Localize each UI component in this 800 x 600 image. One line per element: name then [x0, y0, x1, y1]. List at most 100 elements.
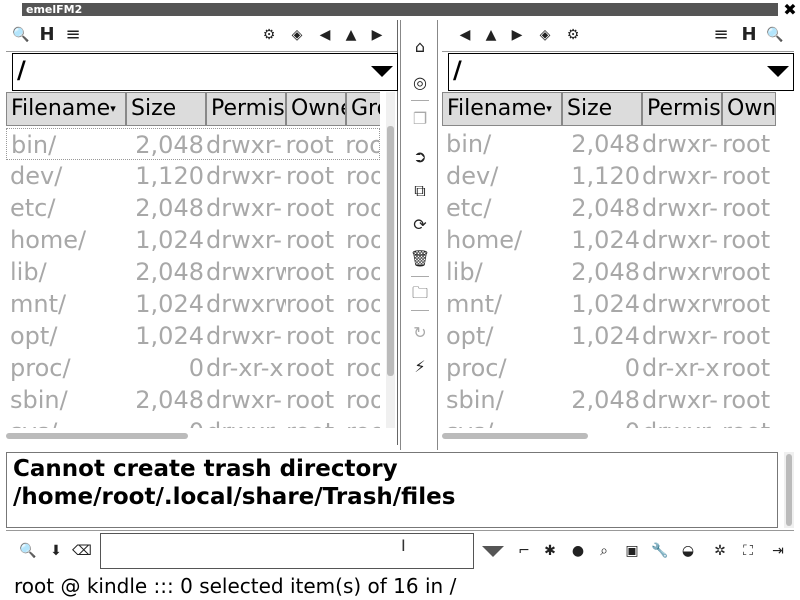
exit-icon[interactable]: ⇥	[768, 541, 788, 561]
scroll-thumb[interactable]	[442, 433, 588, 439]
forward-icon[interactable]: ▶	[368, 26, 386, 44]
menu-icon[interactable]: ≡	[64, 26, 82, 44]
table-row[interactable]: mnt/1,024 drwxrw root roo	[6, 288, 380, 320]
col-owner[interactable]: Owne	[286, 92, 346, 126]
command-history-dropdown[interactable]	[476, 533, 510, 569]
search-icon[interactable]: 🔍	[766, 26, 784, 44]
table-row[interactable]: dev/1,120 drwxr-root	[442, 160, 776, 192]
right-file-list[interactable]: Filename▾ Size Permiss Own bin/2,048drwx…	[442, 92, 776, 428]
right-path-text: /	[453, 56, 462, 84]
search-icon[interactable]: 🔍	[12, 26, 30, 44]
sort-arrow-icon: ▾	[546, 102, 552, 115]
move-icon[interactable]: ➲	[409, 146, 431, 168]
search-icon[interactable]: 🔍	[18, 541, 38, 561]
close-icon[interactable]: ✖	[780, 0, 800, 20]
bookmarks-icon[interactable]: H	[38, 26, 56, 44]
table-row[interactable]: sbin/2,048 drwxr-root	[442, 384, 776, 416]
command-input[interactable]: I	[100, 533, 474, 569]
toolbar-separator	[411, 276, 429, 277]
scroll-thumb[interactable]	[786, 454, 792, 526]
bookmarks-icon[interactable]: H	[740, 26, 758, 44]
table-row[interactable]: home/1,024 drwxr-root	[442, 224, 776, 256]
table-row[interactable]: bin/2,048 drwxr-root	[442, 128, 776, 160]
chevron-down-icon[interactable]	[482, 546, 504, 557]
fullscreen-icon[interactable]: ⛶	[738, 541, 758, 561]
scroll-thumb[interactable]	[6, 433, 188, 439]
command-bar: 🔍 ⬇ ⌫ I ⌐ ✱ ● ⌕ ▣ 🔧 ◒ ✲ ⛶ ⇥	[6, 530, 794, 570]
col-group[interactable]: Gro	[346, 92, 380, 126]
table-row[interactable]: mnt/1,024 drwxrw root	[442, 288, 776, 320]
toolbar-separator	[411, 100, 429, 101]
col-size[interactable]: Size	[562, 92, 642, 126]
table-row[interactable]: sys/0drwxr-root	[442, 416, 776, 428]
home-icon[interactable]: ⌂	[409, 36, 431, 58]
left-file-list[interactable]: Filename▾ Size Permiss Owne Gro bin/2,04…	[6, 92, 380, 428]
left-rows: bin/2,048 drwxr-root roo dev/1,120 drwxr-ro…	[6, 128, 380, 428]
up-icon[interactable]: ▲	[482, 26, 500, 44]
table-row[interactable]: proc/0 dr-xr-x root roo	[6, 352, 380, 384]
back-icon[interactable]: ◀	[456, 26, 474, 44]
title-bar-strip	[22, 3, 778, 16]
table-row[interactable]: home/1,024 drwxr-root roo	[6, 224, 380, 256]
download-icon[interactable]: ⬇	[46, 541, 66, 561]
gun-icon[interactable]: ⌐	[514, 541, 534, 561]
output-scrollbar[interactable]	[784, 452, 794, 528]
left-vertical-scrollbar[interactable]	[386, 92, 395, 428]
right-horizontal-scrollbar[interactable]	[442, 432, 776, 440]
wrench-icon[interactable]: 🔧	[650, 541, 670, 561]
tools-icon[interactable]: ⚙	[260, 26, 278, 44]
table-row[interactable]: lib/2,048 drwxrw root	[442, 256, 776, 288]
clear-icon[interactable]: ⌫	[72, 541, 92, 561]
refresh-icon[interactable]: ↻	[409, 322, 431, 344]
table-row[interactable]: opt/1,024 drwxr-root roo	[6, 320, 380, 352]
table-row[interactable]: lib/2,048 drwxrw root roo	[6, 256, 380, 288]
filter-icon[interactable]: ◈	[288, 26, 306, 44]
link-icon[interactable]: ⧉	[409, 180, 431, 202]
right-pane-toolbar: ◀ ▲ ▶ ◈ ⚙ ≡ H 🔍	[442, 20, 794, 52]
right-column-header: Filename▾ Size Permiss Own	[442, 92, 776, 126]
up-icon[interactable]: ▲	[342, 26, 360, 44]
left-pane: 🔍 H ≡ ⚙ ◈ ◀ ▲ ▶ / Filename▾ Size Permiss…	[6, 20, 398, 445]
bomb-icon[interactable]: ●	[568, 541, 588, 561]
new-folder-icon[interactable]: 🗀	[409, 282, 431, 304]
table-row[interactable]: proc/0 dr-xr-x root	[442, 352, 776, 384]
find-icon[interactable]: ⌕	[594, 541, 614, 561]
run-icon[interactable]: ✱	[540, 541, 560, 561]
table-row[interactable]: sbin/2,048 drwxr-root roo	[6, 384, 380, 416]
tools-icon[interactable]: ⚙	[564, 26, 582, 44]
forward-icon[interactable]: ▶	[508, 26, 526, 44]
chevron-down-icon[interactable]	[371, 66, 393, 77]
left-horizontal-scrollbar[interactable]	[6, 432, 380, 440]
col-permissions[interactable]: Permiss	[206, 92, 286, 126]
right-path-combo[interactable]: /	[448, 53, 794, 91]
back-icon[interactable]: ◀	[316, 26, 334, 44]
terminal-icon[interactable]: ▣	[622, 541, 642, 561]
col-filename[interactable]: Filename▾	[6, 92, 126, 126]
sort-arrow-icon: ▾	[110, 102, 116, 115]
col-permissions[interactable]: Permiss	[642, 92, 722, 126]
col-size[interactable]: Size	[126, 92, 206, 126]
rename-icon[interactable]: ⟳	[409, 214, 431, 236]
output-pane[interactable]: Cannot create trash directory /home/root…	[6, 452, 778, 528]
table-row[interactable]: opt/1,024 drwxr-root	[442, 320, 776, 352]
lightning-icon[interactable]: ⚡	[409, 356, 431, 378]
chevron-down-icon[interactable]	[767, 66, 789, 77]
copy-icon[interactable]: ❐	[409, 108, 431, 130]
col-owner[interactable]: Own	[722, 92, 776, 126]
table-row[interactable]: etc/2,048 drwxr-root	[442, 192, 776, 224]
filter-icon[interactable]: ◈	[536, 26, 554, 44]
scroll-thumb[interactable]	[387, 126, 394, 376]
settings-icon[interactable]: ✲	[710, 541, 730, 561]
cd-icon[interactable]: ◎	[409, 72, 431, 94]
table-row[interactable]: sys/0drwxr-rootroo	[6, 416, 380, 428]
trash-icon[interactable]: 🗑	[409, 248, 431, 270]
table-row[interactable]: dev/1,120 drwxr-root roo	[6, 160, 380, 192]
table-row[interactable]: bin/2,048 drwxr-root roo	[6, 128, 380, 160]
left-path-text: /	[17, 56, 26, 84]
helmet-icon[interactable]: ◒	[678, 541, 698, 561]
col-filename[interactable]: Filename▾	[442, 92, 562, 126]
table-row[interactable]: etc/2,048 drwxr-root roo	[6, 192, 380, 224]
title-bar: emelFM2 ✖	[0, 0, 800, 20]
left-path-combo[interactable]: /	[12, 53, 398, 91]
menu-icon[interactable]: ≡	[712, 26, 730, 44]
